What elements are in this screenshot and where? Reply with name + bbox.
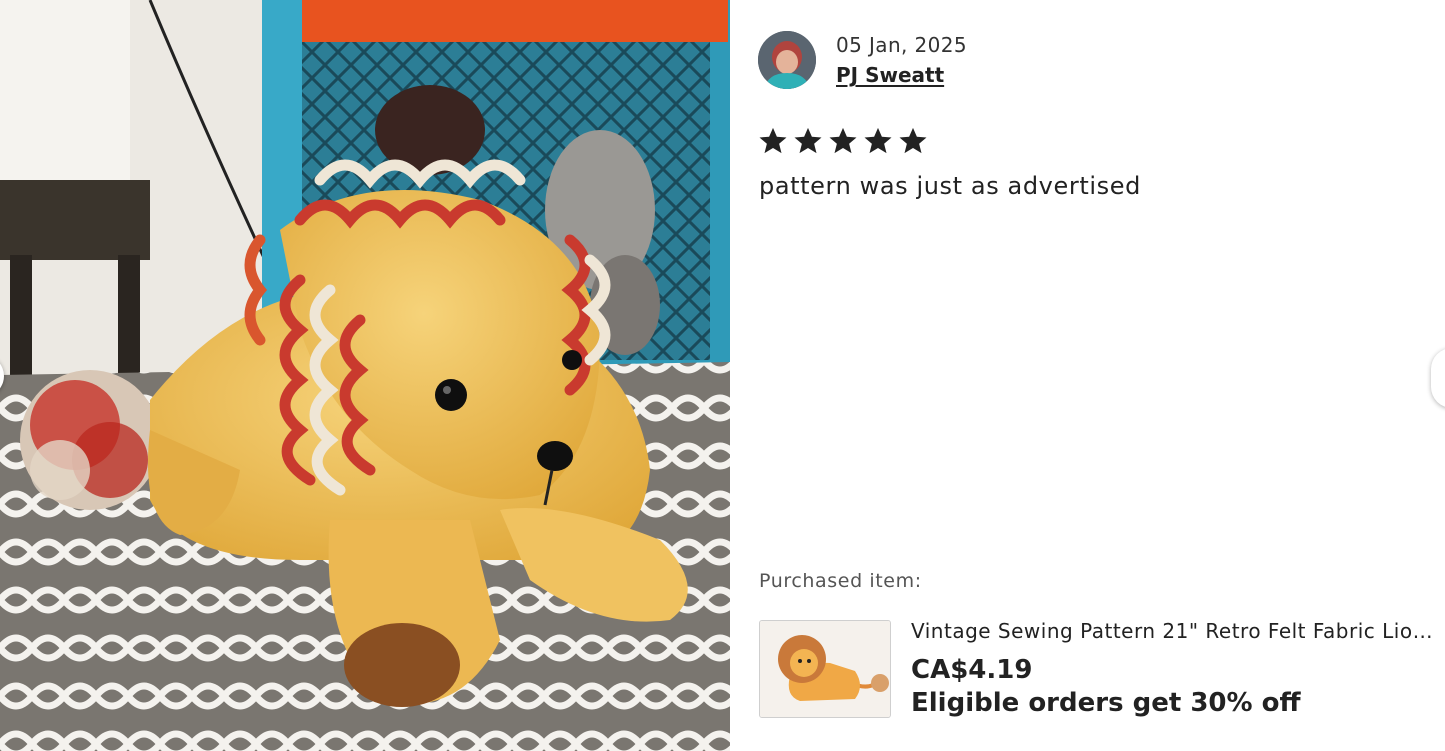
purchased-item-title-link[interactable]: Vintage Sewing Pattern 21" Retro Felt Fa… bbox=[911, 619, 1445, 643]
review-panel: 05 Jan, 2025 PJ Sweatt pattern was just … bbox=[730, 0, 1445, 751]
purchased-item-thumbnail[interactable] bbox=[759, 620, 891, 718]
avatar[interactable] bbox=[758, 31, 816, 89]
reviewer-name-link[interactable]: PJ Sweatt bbox=[836, 63, 944, 87]
review-photo[interactable] bbox=[0, 0, 730, 751]
promo-text: Eligible orders get 30% off bbox=[911, 688, 1301, 718]
star-rating bbox=[758, 126, 928, 156]
review-date: 05 Jan, 2025 bbox=[836, 33, 968, 57]
review-text: pattern was just as advertised bbox=[759, 172, 1141, 200]
purchased-item-label: Purchased item: bbox=[759, 570, 922, 592]
star-icon bbox=[864, 127, 892, 154]
star-icon bbox=[794, 127, 822, 154]
item-price: CA$4.19 bbox=[911, 655, 1033, 685]
star-icon bbox=[899, 127, 927, 154]
star-icon bbox=[829, 127, 857, 154]
star-icon bbox=[759, 127, 787, 154]
